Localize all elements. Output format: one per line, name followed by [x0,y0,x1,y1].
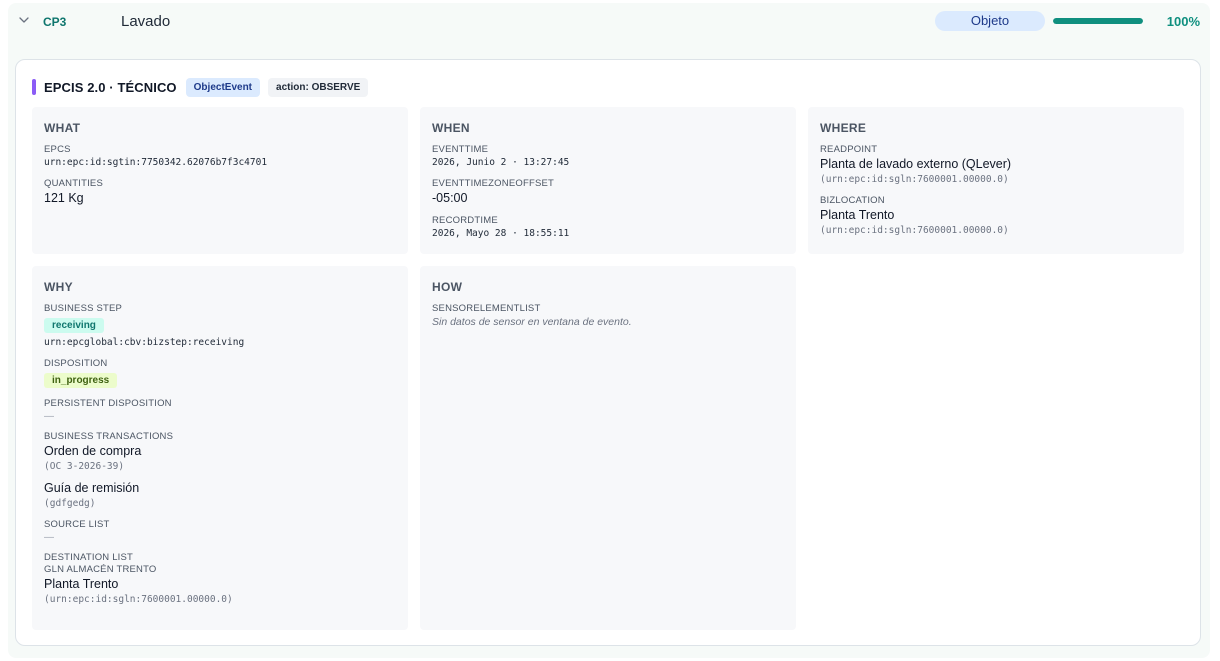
accent-bar [32,79,36,95]
source-list-label: SOURCE LIST [44,519,110,530]
quantities-field: QUANTITIES 121 Kg [44,178,396,207]
recordtime-field: RECORDTIME 2026, Mayo 28 · 18:55:11 [432,215,784,241]
sensor-element-list-label: SENSORELEMENTLIST [432,303,541,314]
step-name: Lavado [121,13,171,30]
step-row-header[interactable]: CP3 Lavado Objeto 100% [8,3,1210,41]
destination-sub-label: GLN ALMACÉN TRENTO [44,564,157,575]
chevron-down-icon[interactable] [18,14,32,28]
quantities-value: 121 Kg [44,191,84,205]
readpoint-field: READPOINT Planta de lavado externo (QLev… [820,144,1172,187]
progress-bar-fill [1053,18,1143,24]
why-title: WHY [44,280,73,294]
offset-value: -05:00 [432,191,468,205]
epcs-label: EPCS [44,144,71,155]
business-step-urn: urn:epcglobal:cbv:bizstep:receiving [44,337,245,348]
source-list-field: SOURCE LIST — [44,519,396,544]
disposition-label: DISPOSITION [44,358,108,369]
event-type-badge: ObjectEvent [185,77,261,97]
progress-bar [1053,18,1143,24]
persistent-disposition-label: PERSISTENT DISPOSITION [44,398,172,409]
why-panel: WHY BUSINESS STEP receiving urn:epcgloba… [32,266,408,630]
what-title: WHAT [44,121,81,135]
transaction-ref: (gdfgedg) [44,498,96,509]
offset-field: EVENTTIMEZONEOFFSET -05:00 [432,178,784,207]
bizlocation-name: Planta Trento [820,208,895,222]
transaction-ref: (OC 3-2026-39) [44,461,125,472]
transaction-item: Orden de compra (OC 3-2026-39) [44,443,396,474]
source-list-value: — [44,532,54,543]
sensor-empty-note: Sin datos de sensor en ventana de evento… [432,316,632,328]
eventtime-value: 2026, Junio 2 · 13:27:45 [432,157,570,168]
transaction-name: Orden de compra [44,444,142,458]
how-panel: HOW SENSORELEMENTLIST Sin datos de senso… [420,266,796,630]
epcis-card: EPCIS 2.0 · TÉCNICO ObjectEvent action: … [15,59,1201,646]
epcs-field: EPCS urn:epc:id:sgtin:7750342.62076b7f3c… [44,144,396,170]
destination-list-field: DESTINATION LIST GLN ALMACÉN TRENTO Plan… [44,552,396,607]
eventtime-field: EVENTTIME 2026, Junio 2 · 13:27:45 [432,144,784,170]
how-title: HOW [432,280,463,294]
destination-list-label: DESTINATION LIST [44,552,134,563]
offset-label: EVENTTIMEZONEOFFSET [432,178,555,189]
destination-name: Planta Trento [44,577,119,591]
quantities-label: QUANTITIES [44,178,104,189]
persistent-disposition-field: PERSISTENT DISPOSITION — [44,398,396,423]
recordtime-label: RECORDTIME [432,215,498,226]
business-transactions-label: BUSINESS TRANSACTIONS [44,431,174,442]
when-panel: WHEN EVENTTIME 2026, Junio 2 · 13:27:45 … [420,107,796,254]
where-title: WHERE [820,121,867,135]
eventtime-label: EVENTTIME [432,144,489,155]
card-title-row: EPCIS 2.0 · TÉCNICO ObjectEvent action: … [32,77,369,97]
business-step-field: BUSINESS STEP receiving urn:epcglobal:cb… [44,303,396,350]
sensor-element-list-field: SENSORELEMENTLIST Sin datos de sensor en… [432,303,784,330]
readpoint-urn: (urn:epc:id:sgln:7600001.00000.0) [820,174,1009,185]
disposition-field: DISPOSITION in_progress [44,358,396,390]
business-step-chip: receiving [44,318,104,333]
bizlocation-urn: (urn:epc:id:sgln:7600001.00000.0) [820,225,1009,236]
bizlocation-label: BIZLOCATION [820,195,885,206]
progress-percent: 100% [1166,14,1200,29]
step-type-pill: Objeto [935,11,1045,31]
action-badge: action: OBSERVE [268,77,369,97]
card-title: EPCIS 2.0 · TÉCNICO [44,79,177,95]
where-panel: WHERE READPOINT Planta de lavado externo… [808,107,1184,254]
transaction-name: Guía de remisión [44,481,140,495]
what-panel: WHAT EPCS urn:epc:id:sgtin:7750342.62076… [32,107,408,254]
disposition-chip: in_progress [44,373,118,388]
epcs-value: urn:epc:id:sgtin:7750342.62076b7f3c4701 [44,157,268,168]
persistent-disposition-value: — [44,411,54,422]
recordtime-value: 2026, Mayo 28 · 18:55:11 [432,228,570,239]
destination-urn: (urn:epc:id:sgln:7600001.00000.0) [44,594,233,605]
step-code: CP3 [43,15,67,29]
transaction-item: Guía de remisión (gdfgedg) [44,480,396,511]
bizlocation-field: BIZLOCATION Planta Trento (urn:epc:id:sg… [820,195,1172,238]
business-transactions-field: BUSINESS TRANSACTIONS Orden de compra (O… [44,431,396,511]
when-title: WHEN [432,121,470,135]
business-step-label: BUSINESS STEP [44,303,123,314]
readpoint-label: READPOINT [820,144,878,155]
readpoint-name: Planta de lavado externo (QLever) [820,157,1012,171]
step-row: CP3 Lavado Objeto 100% EPCIS 2.0 · TÉCNI… [8,3,1210,658]
